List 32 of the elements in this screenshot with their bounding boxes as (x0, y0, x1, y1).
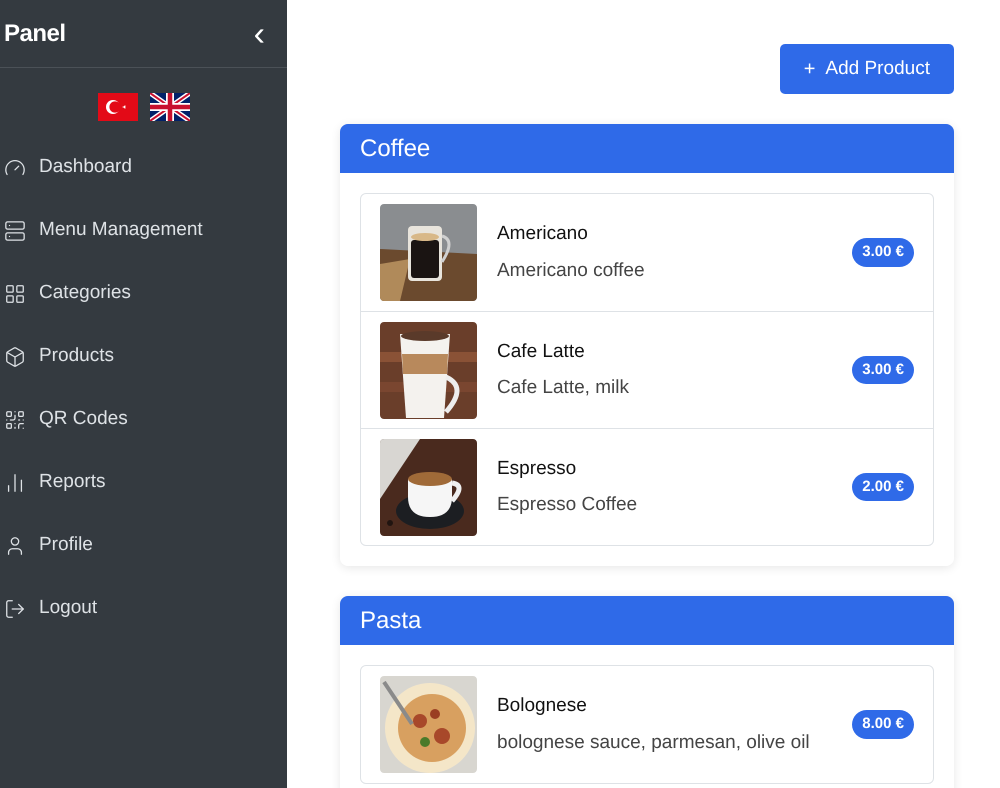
category-title: Pasta (360, 606, 422, 636)
sidebar-title: Panel (4, 18, 66, 48)
nav-item[interactable]: Profile (0, 514, 287, 577)
price-badge: 8.00 € (852, 710, 914, 739)
add-product-button[interactable]: + Add Product (780, 44, 954, 94)
logout-icon (4, 598, 26, 620)
product-description: Cafe Latte, milk (497, 376, 630, 400)
product-name: Cafe Latte (497, 340, 586, 364)
category-title: Coffee (360, 134, 430, 164)
grid-icon (4, 282, 26, 304)
server-icon (4, 220, 26, 242)
turkish-flag-icon[interactable] (98, 93, 138, 121)
product-description: bolognese sauce, parmesan, olive oil (497, 730, 811, 754)
nav-item[interactable]: QR Codes (0, 388, 287, 451)
product-name: Espresso (497, 456, 578, 480)
nav-item[interactable]: Dashboard (0, 136, 287, 199)
product-description: Americano coffee (497, 258, 646, 282)
price-badge: 2.00 € (852, 472, 914, 502)
price-badge: 3.00 € (852, 356, 914, 384)
british-flag-icon[interactable] (150, 93, 190, 121)
nav-item[interactable]: Menu Management (0, 199, 287, 262)
nav-item[interactable]: Categories (0, 262, 287, 325)
product-description: Espresso Coffee (497, 493, 638, 517)
box-icon (4, 346, 26, 368)
product-name: Americano (497, 222, 589, 246)
nav-item[interactable]: Logout (0, 577, 287, 640)
nav-item[interactable]: Products (0, 325, 287, 388)
qr-code-icon (4, 408, 26, 430)
nav-item[interactable]: Reports (0, 451, 287, 514)
collapse-button[interactable]: ‹ (254, 16, 265, 50)
product-name: Bolognese (497, 694, 588, 718)
price-badge: 3.00 € (852, 238, 914, 267)
